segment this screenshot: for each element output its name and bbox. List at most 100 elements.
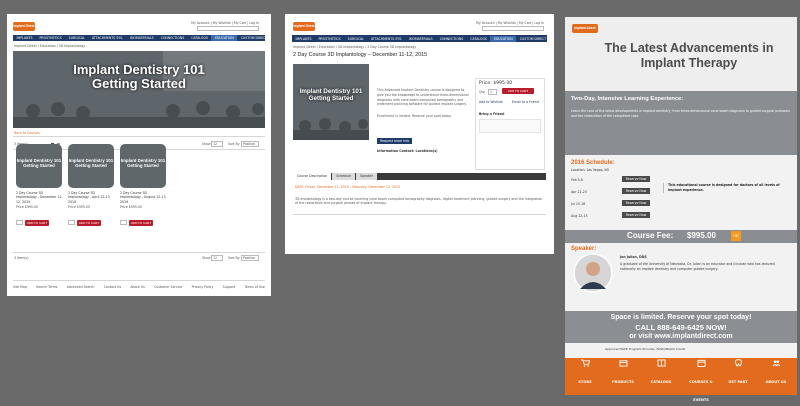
info-contact-label: Information Contact: Locations(s) bbox=[377, 149, 438, 153]
nav-item[interactable]: IMPLANTS bbox=[13, 36, 36, 40]
divider bbox=[13, 136, 265, 137]
hero-title: Implant Dentistry 101 Getting Started bbox=[73, 62, 205, 91]
site-logo[interactable]: Implant Direct bbox=[572, 24, 598, 33]
cta-line-3[interactable]: or visit www.implantdirect.com bbox=[565, 333, 797, 340]
footer-link[interactable]: Customer Service bbox=[154, 285, 182, 289]
nav-item[interactable]: ATTACHMENTS SYS. bbox=[367, 37, 405, 41]
nav-item[interactable]: ATTACHMENTS SYS. bbox=[88, 36, 126, 40]
fee-label: Course Fee: bbox=[627, 231, 674, 240]
email-friend-link[interactable]: Email to a Friend bbox=[512, 100, 539, 104]
nav-item[interactable]: CATALOGS bbox=[467, 37, 491, 41]
speaker-bio: A graduate of the University of Nebraska… bbox=[620, 262, 775, 271]
course-title[interactable]: 2 Day Course 3D Implantology - April 22-… bbox=[68, 191, 115, 204]
schedule-date: Jul 15-16 bbox=[571, 202, 586, 206]
nav-item[interactable]: SURGICAL bbox=[65, 36, 88, 40]
breadcrumb[interactable]: Implant Direct / Education / 3D Implanto… bbox=[14, 44, 85, 48]
icon-get-part[interactable]: GET PART bbox=[723, 359, 753, 388]
course-card[interactable]: Implant Dentistry 101 Getting Started 2 … bbox=[120, 144, 167, 226]
icon-catalogs[interactable]: CATALOGS bbox=[646, 359, 676, 388]
icon-label: PRODUCTS bbox=[611, 380, 635, 384]
back-link[interactable]: Back to Courses bbox=[14, 131, 40, 135]
search-input[interactable] bbox=[197, 26, 259, 31]
add-to-cart-button[interactable]: ADD TO CART bbox=[25, 219, 49, 226]
course-image[interactable]: Implant Dentistry 101 Getting Started bbox=[68, 144, 114, 188]
nav-item[interactable]: CUSTOM DIRECT bbox=[516, 37, 550, 41]
icon-products[interactable]: PRODUCTS bbox=[608, 359, 638, 388]
course-title[interactable]: 2 Day Course 3D Implantology - December … bbox=[16, 191, 63, 204]
footer-link[interactable]: Search Terms bbox=[36, 285, 57, 289]
qty-input[interactable]: 1 bbox=[488, 89, 497, 96]
main-nav: IMPLANTS PROSTHETICS SURGICAL ATTACHMENT… bbox=[292, 35, 547, 42]
ce-badge: CE bbox=[731, 231, 741, 241]
bring-friend-option[interactable] bbox=[479, 119, 541, 133]
course-image[interactable]: Implant Dentistry 101 Getting Started bbox=[120, 144, 166, 188]
reserve-now-button[interactable]: Reserve Now bbox=[622, 176, 650, 182]
nav-item[interactable]: CONNECTIONS bbox=[436, 37, 467, 41]
account-links[interactable]: My Account | My Wishlist | My Cart | Log… bbox=[476, 21, 544, 25]
price: Price: $995.00 bbox=[479, 81, 513, 86]
reserve-now-button[interactable]: Reserve Now bbox=[622, 188, 650, 194]
cta-line-2[interactable]: CALL 888-649-6425 NOW! bbox=[565, 323, 797, 332]
add-to-cart-button[interactable]: ADD TO CART bbox=[502, 88, 534, 94]
footer-link[interactable]: Advanced Search bbox=[67, 285, 95, 289]
footer-link[interactable]: Privacy Policy bbox=[192, 285, 214, 289]
add-to-cart-button[interactable]: ADD TO CART bbox=[129, 219, 153, 226]
footer-link[interactable]: Site Map bbox=[13, 285, 27, 289]
nav-item[interactable]: CUSTOM DIRECT bbox=[237, 36, 271, 40]
breadcrumb[interactable]: Implant Direct / Education / 3D Implanto… bbox=[293, 45, 416, 49]
speaker-heading: Speaker: bbox=[571, 246, 597, 252]
footer-link[interactable]: Terms of Use bbox=[244, 285, 264, 289]
show-label: Show bbox=[202, 256, 211, 260]
nav-item[interactable]: IMPLANTS bbox=[292, 37, 315, 41]
reserve-now-button[interactable]: Reserve Now bbox=[622, 200, 650, 206]
divider bbox=[13, 252, 265, 253]
icon-courses[interactable]: COURSES & EVENTS bbox=[684, 359, 718, 406]
footer-link[interactable]: Support bbox=[223, 285, 236, 289]
qty-input[interactable] bbox=[68, 220, 75, 226]
icon-label: CATALOGS bbox=[650, 380, 672, 384]
course-card[interactable]: Implant Dentistry 101 Getting Started 2 … bbox=[16, 144, 63, 226]
wishlist-link[interactable]: Add to Wishlist bbox=[479, 100, 503, 104]
search-input[interactable] bbox=[482, 26, 544, 31]
site-logo[interactable]: Implant Direct bbox=[293, 22, 315, 31]
show-select[interactable]: 12 bbox=[211, 255, 223, 262]
footer-links: Site Map Search Terms Advanced Search Co… bbox=[13, 285, 265, 289]
nav-item-active[interactable]: EDUCATION bbox=[211, 35, 238, 41]
qty-input[interactable] bbox=[120, 220, 127, 226]
nav-item[interactable]: CONNECTIONS bbox=[157, 36, 188, 40]
tab-description[interactable]: Course Description bbox=[293, 173, 332, 180]
tab-speaker[interactable]: Speaker bbox=[355, 173, 377, 180]
footer-link[interactable]: Contact Us bbox=[104, 285, 121, 289]
schedule-date: Feb 5-6 bbox=[571, 178, 583, 182]
site-logo[interactable]: Implant Direct bbox=[13, 22, 35, 31]
course-card[interactable]: Implant Dentistry 101 Getting Started 2 … bbox=[68, 144, 115, 226]
request-info-button[interactable]: Request more info bbox=[377, 138, 413, 144]
add-to-cart-button[interactable]: ADD TO CART bbox=[77, 219, 101, 226]
icon-about[interactable]: ABOUT US bbox=[761, 359, 791, 388]
course-title[interactable]: 2 Day Course 3D Implantology - August 12… bbox=[120, 191, 167, 204]
nav-item-active[interactable]: EDUCATION bbox=[490, 35, 517, 42]
show-select[interactable]: 12 bbox=[211, 141, 223, 148]
icon-store[interactable]: STORE bbox=[570, 359, 600, 388]
footer-link[interactable]: About Us bbox=[130, 285, 144, 289]
main-nav: IMPLANTS PROSTHETICS SURGICAL ATTACHMENT… bbox=[13, 35, 267, 41]
sort-select[interactable]: Position bbox=[241, 141, 259, 148]
nav-item[interactable]: CATALOGS bbox=[188, 36, 212, 40]
product-image[interactable]: Implant Dentistry 101 Getting Started bbox=[293, 64, 369, 140]
bring-friend-label: Bring a Friend bbox=[479, 112, 505, 116]
course-price: Price $995.00 bbox=[16, 205, 38, 210]
tab-schedule[interactable]: Schedule bbox=[332, 173, 355, 180]
sort-select[interactable]: Position bbox=[241, 255, 259, 262]
nav-item[interactable]: PROSTHETICS bbox=[36, 36, 65, 40]
account-links[interactable]: My Account | My Wishlist | My Cart | Log… bbox=[191, 21, 259, 25]
course-image[interactable]: Implant Dentistry 101 Getting Started bbox=[16, 144, 62, 188]
hero-banner: Implant Dentistry 101 Getting Started bbox=[13, 51, 265, 128]
nav-item[interactable]: BIOMATERIALS bbox=[406, 37, 436, 41]
nav-item[interactable]: BIOMATERIALS bbox=[127, 36, 157, 40]
qty-input[interactable] bbox=[16, 220, 23, 226]
nav-item[interactable]: SURGICAL bbox=[344, 37, 367, 41]
reserve-now-button[interactable]: Reserve Now bbox=[622, 212, 650, 218]
sort-label: Sort By bbox=[228, 256, 240, 260]
nav-item[interactable]: PROSTHETICS bbox=[315, 37, 344, 41]
course-price: Price $995.00 bbox=[68, 205, 90, 210]
